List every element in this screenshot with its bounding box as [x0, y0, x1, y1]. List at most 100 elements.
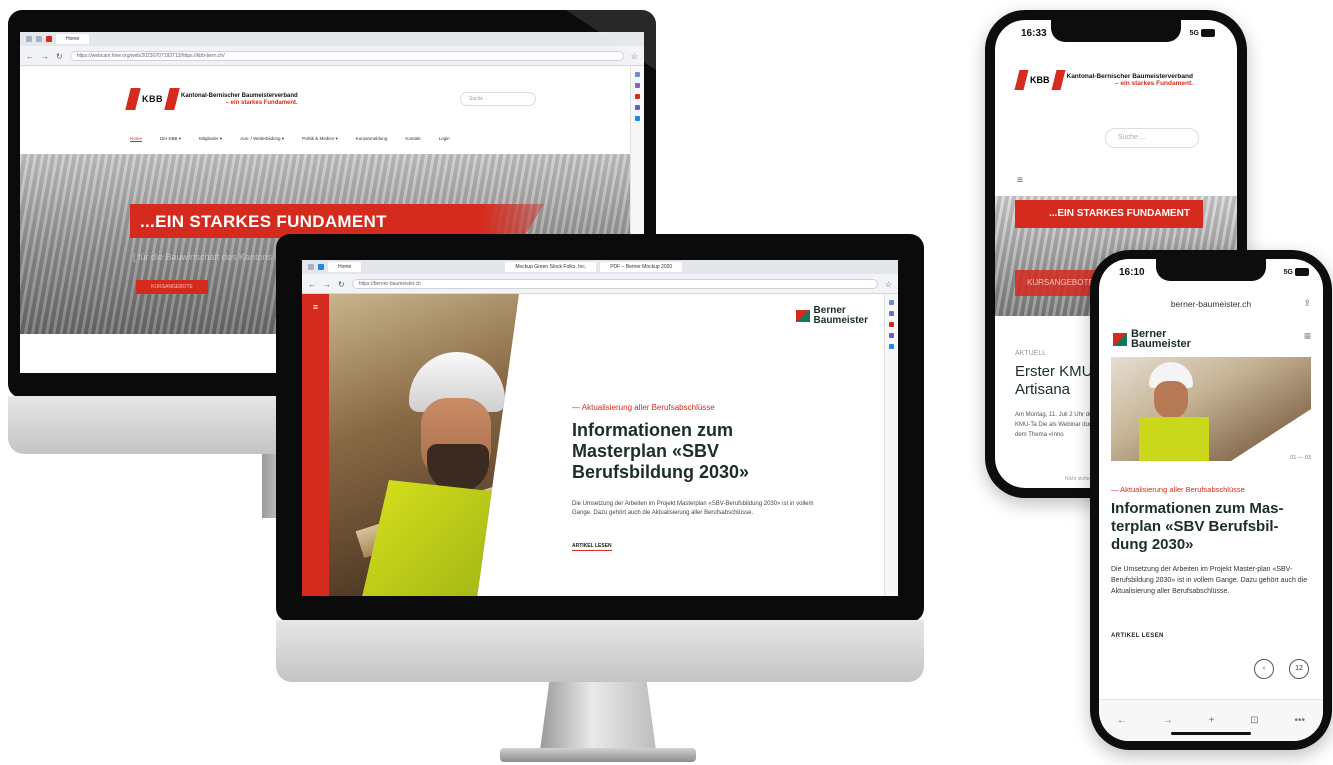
article-text: Die Umsetzung der Arbeiten im Projekt Ma… [572, 501, 814, 516]
back-icon[interactable]: ← [26, 52, 34, 61]
battery-icon [1295, 268, 1309, 276]
logo-slash-icon [1051, 70, 1065, 90]
browser-chrome: Home ← → ↻ https://webcam.hive.org/web/2… [20, 32, 644, 66]
sidebar-search-icon[interactable] [635, 72, 640, 77]
side-menu-strip: ≡ [302, 294, 329, 596]
previous-slide-button[interactable]: ‹ [1254, 659, 1274, 679]
nav-item-mitglieder[interactable]: Mitglieder ▾ [199, 136, 222, 142]
signal-label: 5G [1283, 268, 1293, 276]
photo-beard [427, 444, 489, 492]
logo-subtitle: – ein starkes Fundament. [1114, 80, 1193, 87]
phone-front-screen: 16:10 5G berner-baumeister.ch ⇪ Berner B… [1099, 259, 1323, 741]
forward-icon[interactable]: → [323, 280, 331, 289]
star-icon[interactable]: ☆ [885, 280, 892, 289]
hero-title: ...EIN STARKES FUNDAMENT [1049, 208, 1190, 219]
news-kicker: AKTUELL [1015, 350, 1047, 357]
nav-item-kursanmeldung[interactable]: Kursanmeldung [356, 136, 388, 142]
logo-slash-icon [164, 88, 180, 110]
nav-item-kontakt[interactable]: Kontakt [405, 136, 420, 142]
mockup-scene: Home ← → ↻ https://webcam.hive.org/web/2… [0, 0, 1333, 765]
nav-item-politik[interactable]: Politik & Medien ▾ [302, 136, 338, 142]
kursangebote-button[interactable]: KURSANGEBOTE [136, 280, 208, 294]
article-title: Informationen zum Mas-terplan «SBV Beruf… [1111, 500, 1284, 553]
sidebar-app-icon[interactable] [889, 322, 894, 327]
sidebar-app-icon[interactable] [635, 116, 640, 121]
browser-tabbar: Home [20, 32, 644, 46]
screen-gloss [566, 10, 656, 70]
browser-tab-pdf[interactable]: PDF – Berner Mockup 2020 [600, 262, 683, 272]
berner-baumeister-logo[interactable]: Berner Baumeister [795, 306, 868, 326]
logo-slash-icon [1014, 70, 1029, 90]
tab-icon [26, 36, 32, 42]
logo-icon [795, 310, 810, 322]
nav-item-der-kbb[interactable]: Der KBB ▾ [160, 136, 181, 142]
phone-notch [1156, 259, 1266, 281]
logo-name: Kantonal-Bernischer Baumeisterverband [1066, 73, 1193, 80]
sidebar-app-icon[interactable] [635, 105, 640, 110]
article-kicker: — Aktualisierung aller Berufsabschlüsse [572, 403, 715, 412]
reload-icon[interactable]: ↻ [56, 52, 63, 61]
hero-banner: ...EIN STARKES FUNDAMENT [130, 204, 544, 238]
status-signal: 5G [1284, 268, 1309, 276]
read-article-link[interactable]: ARTIKEL LESEN [572, 543, 612, 551]
address-row: ← → ↻ https://berner-baumeister.ch ☆ [302, 277, 898, 291]
browser-tab-mockup[interactable]: Mockup Green Stock Folks, Inc. [505, 262, 597, 272]
berner-baumeister-logo[interactable]: Berner Baumeister [1113, 329, 1191, 350]
monitor-front-foot [500, 748, 696, 762]
nav-item-weiterbildung[interactable]: Aus- / Weiterbildung ▾ [240, 136, 284, 142]
browser-chrome: Home Mockup Green Stock Folks, Inc. PDF … [302, 260, 898, 294]
main-nav: Home Der KBB ▾ Mitglieder ▾ Aus- / Weite… [130, 136, 450, 142]
share-icon[interactable]: ⇪ [1303, 298, 1311, 309]
back-icon[interactable]: ← [308, 280, 316, 289]
kbb-logo[interactable]: KBB Kantonal-Bernischer Baumeisterverban… [1014, 70, 1193, 90]
signal-label: 5G [1189, 29, 1199, 37]
nav-item-home[interactable]: Home [130, 136, 143, 142]
page-badge[interactable]: 12 [1289, 659, 1309, 679]
kbb-logo[interactable]: KBB Kantonal-Bernischer Baumeisterverban… [125, 88, 298, 110]
sidebar-app-icon[interactable] [635, 94, 640, 99]
search-input[interactable]: Suche ... [460, 92, 536, 106]
forward-icon[interactable]: → [41, 52, 49, 61]
status-signal: 5G [1190, 29, 1215, 37]
hero-title: ...EIN STARKES FUNDAMENT [140, 212, 387, 231]
monitor-front-bezel: Home Mockup Green Stock Folks, Inc. PDF … [276, 234, 924, 622]
new-tab-icon[interactable]: + [1209, 715, 1215, 726]
browser-tab-home[interactable]: Home [328, 262, 362, 272]
url-bar[interactable]: berner-baumeister.ch [1099, 299, 1323, 309]
sidebar-search-icon[interactable] [889, 300, 894, 305]
forward-icon[interactable]: → [1163, 715, 1173, 726]
sidebar-app-icon[interactable] [635, 83, 640, 88]
status-time: 16:10 [1119, 267, 1145, 278]
menu-icon[interactable]: ≡ [302, 302, 329, 312]
hamburger-menu-icon[interactable]: ≡ [1017, 175, 1023, 186]
url-bar[interactable]: https://webcam.hive.org/web/202307071937… [69, 51, 624, 61]
hamburger-menu-icon[interactable]: ≡ [1304, 329, 1311, 343]
logo-icon [1113, 332, 1127, 346]
logo-name: Kantonal-Bernischer Baumeisterverband [181, 93, 298, 99]
photo-vest [359, 480, 509, 596]
browser-sidebar [884, 294, 898, 596]
address-row: ← → ↻ https://webcam.hive.org/web/202307… [20, 49, 644, 63]
logo-mark: KBB [142, 94, 163, 104]
monitor-front-stand [540, 682, 656, 750]
reload-icon[interactable]: ↻ [338, 280, 345, 289]
nav-item-login[interactable]: Login [439, 136, 450, 142]
sidebar-app-icon[interactable] [889, 311, 894, 316]
hero-subtitle: [ für die Bauwirtschaft des Kantons Bern… [133, 252, 299, 262]
phone-front: 16:10 5G berner-baumeister.ch ⇪ Berner B… [1090, 250, 1332, 750]
logo-mark: KBB [1030, 75, 1050, 85]
more-icon[interactable]: ••• [1295, 715, 1306, 726]
browser-tab[interactable]: Home [56, 34, 90, 44]
url-bar[interactable]: https://berner-baumeister.ch [351, 279, 878, 289]
article-text: Die Umsetzung der Arbeiten im Projekt Ma… [1111, 566, 1308, 595]
sidebar-app-icon[interactable] [889, 344, 894, 349]
sidebar-app-icon[interactable] [889, 333, 894, 338]
logo-line2: Baumeister [813, 315, 868, 326]
home-indicator [1171, 732, 1251, 735]
search-input[interactable]: Suche ... [1105, 128, 1199, 148]
hero-banner: ...EIN STARKES FUNDAMENT [1015, 200, 1203, 228]
read-article-link[interactable]: ARTIKEL LESEN [1111, 633, 1164, 639]
browser-tabbar: Home Mockup Green Stock Folks, Inc. PDF … [302, 260, 898, 274]
tabs-icon[interactable]: ⊡ [1250, 715, 1258, 726]
back-icon[interactable]: ← [1117, 715, 1127, 726]
